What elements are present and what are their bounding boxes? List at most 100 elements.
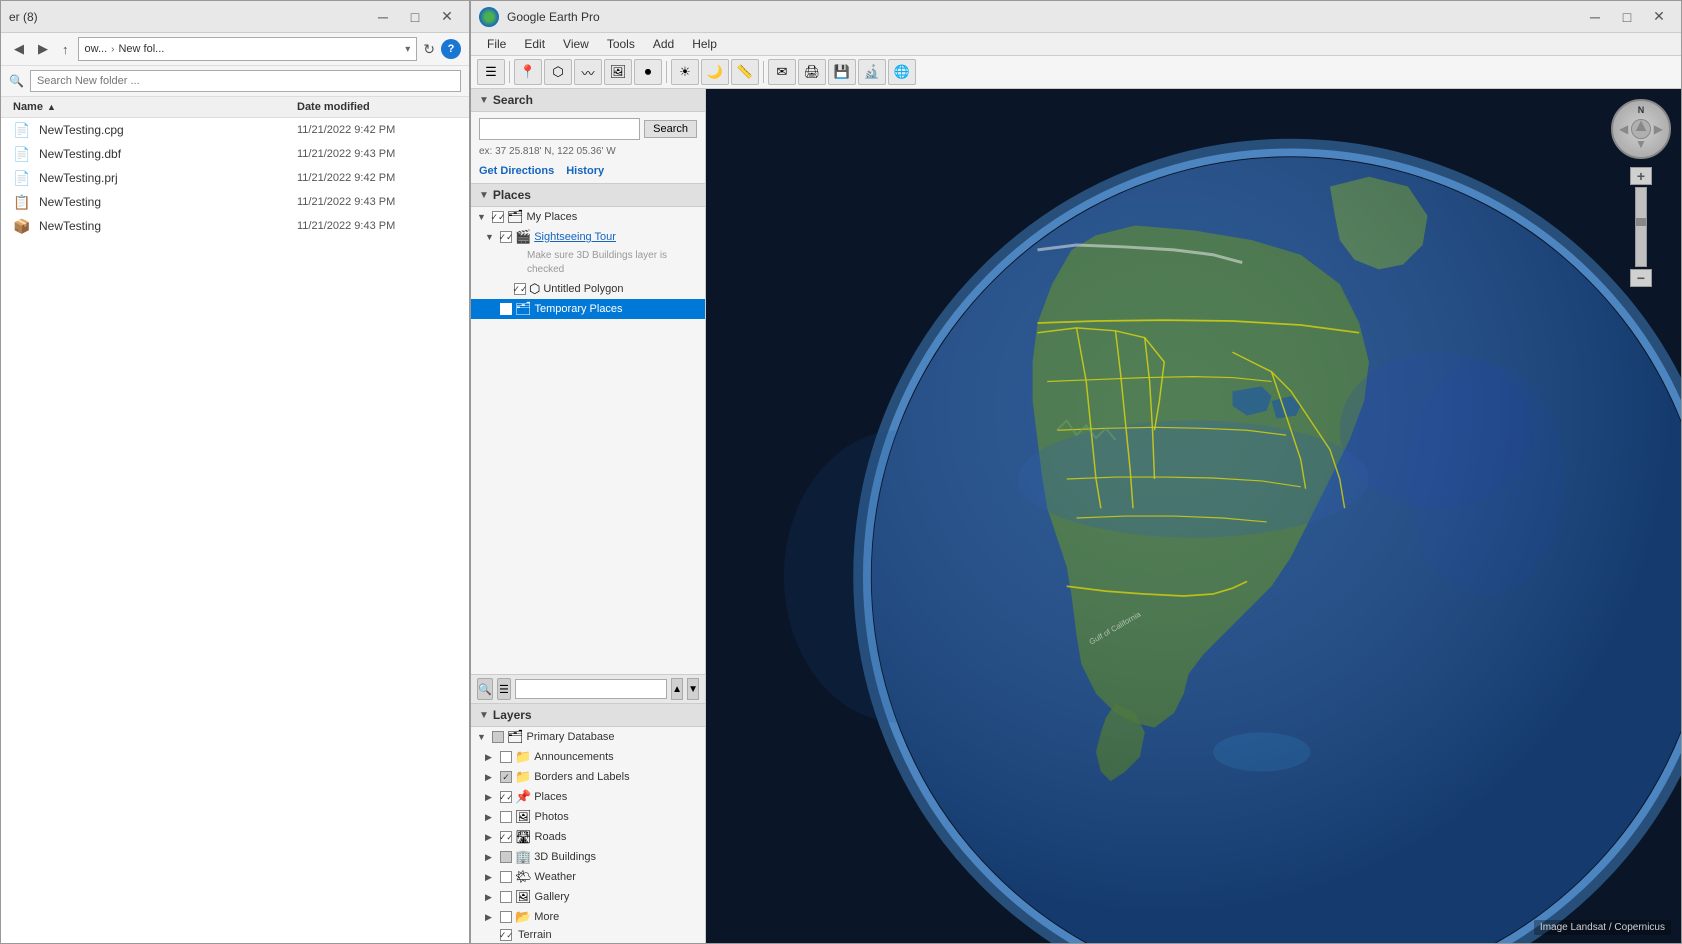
search-input-fe[interactable] (30, 70, 461, 92)
layer-weather[interactable]: ▶ 🌤 Weather (471, 867, 705, 887)
toolbar-image-overlay[interactable]: 🖼 (604, 59, 632, 85)
my-places-checkbox[interactable]: ✓ (492, 211, 504, 223)
back-button[interactable]: ◀ (9, 39, 29, 59)
forward-button[interactable]: ▶ (33, 39, 53, 59)
places-list-btn[interactable]: ☰ (497, 678, 511, 700)
sightseeing-checkbox[interactable]: ✓ (500, 231, 512, 243)
toolbar-save-image[interactable]: 💾 (828, 59, 856, 85)
list-item[interactable]: 📄 NewTesting.prj 11/21/2022 9:42 PM (1, 166, 469, 190)
more-checkbox[interactable] (500, 911, 512, 923)
address-bar[interactable]: ow... › New fol... ▾ (78, 37, 418, 61)
refresh-button[interactable]: ↻ (421, 39, 437, 60)
places-temporary-places[interactable]: 🗂 Temporary Places (471, 299, 705, 319)
help-button[interactable]: ? (441, 39, 461, 59)
borders-icon: 📁 (515, 769, 531, 785)
primary-db-checkbox[interactable] (492, 731, 504, 743)
close-button[interactable]: ✕ (433, 7, 461, 27)
toolbar-placemark[interactable]: 📍 (514, 59, 542, 85)
toolbar-earth-engine[interactable]: 🔬 (858, 59, 886, 85)
layers-section-header[interactable]: ▼ Layers (471, 704, 705, 727)
search-links: Get Directions History (471, 161, 705, 183)
photos-label: Photos (535, 811, 569, 823)
layer-borders-labels[interactable]: ▶ ✓ 📁 Borders and Labels (471, 767, 705, 787)
places-section-header[interactable]: ▼ Places (471, 184, 705, 207)
places-layer-icon: 📌 (515, 789, 531, 805)
menu-tools[interactable]: Tools (599, 35, 643, 53)
toolbar-sky[interactable]: 🌙 (701, 59, 729, 85)
address-dropdown-arrow[interactable]: ▾ (405, 44, 410, 55)
menu-edit[interactable]: Edit (516, 35, 553, 53)
earth-globe-svg: Gulf of California (706, 89, 1681, 943)
toolbar-sidebar-toggle[interactable]: ☰ (477, 59, 505, 85)
layer-3d-buildings[interactable]: ▶ 🏢 3D Buildings (471, 847, 705, 867)
borders-checkbox[interactable]: ✓ (500, 771, 512, 783)
layer-more[interactable]: ▶ 📂 More (471, 907, 705, 927)
zoom-controls: + − (1630, 167, 1652, 287)
polygon-checkbox[interactable]: ✓ (514, 283, 526, 295)
places-sightseeing-tour[interactable]: ▼ ✓ 🎬 Sightseeing Tour (471, 227, 705, 247)
menu-file[interactable]: File (479, 35, 514, 53)
search-section-header[interactable]: ▼ Search (471, 89, 705, 112)
zoom-in-button[interactable]: + (1630, 167, 1652, 185)
minimize-button[interactable]: ─ (369, 7, 397, 27)
maximize-button[interactable]: □ (401, 7, 429, 27)
list-item[interactable]: 📋 NewTesting 11/21/2022 9:43 PM (1, 190, 469, 214)
col-date-header[interactable]: Date modified (297, 101, 457, 113)
file-date: 11/21/2022 9:43 PM (297, 148, 457, 160)
places-my-places[interactable]: ▼ ✓ 🗂 My Places (471, 207, 705, 227)
menu-add[interactable]: Add (645, 35, 682, 53)
layer-primary-database[interactable]: ▼ 🗂 Primary Database (471, 727, 705, 747)
layer-terrain[interactable]: ✓ Terrain (471, 927, 705, 943)
terrain-checkbox[interactable]: ✓ (500, 929, 512, 941)
places-filter-input[interactable] (515, 679, 667, 699)
list-item[interactable]: 📦 NewTesting 11/21/2022 9:43 PM (1, 214, 469, 238)
up-button[interactable]: ↑ (57, 40, 74, 59)
layer-announcements[interactable]: ▶ 📁 Announcements (471, 747, 705, 767)
layer-places[interactable]: ▶ ✓ 📌 Places (471, 787, 705, 807)
layer-roads[interactable]: ▶ ✓ 🛣 Roads (471, 827, 705, 847)
weather-checkbox[interactable] (500, 871, 512, 883)
col-name-header[interactable]: Name ▲ (13, 101, 297, 113)
toolbar-record-tour[interactable]: ⏺ (634, 59, 662, 85)
toolbar-polygon[interactable]: ⬡ (544, 59, 572, 85)
map-attribution: Image Landsat / Copernicus (1534, 920, 1671, 935)
gep-map[interactable]: Gulf of California (706, 89, 1681, 943)
list-item[interactable]: 📄 NewTesting.cpg 11/21/2022 9:42 PM (1, 118, 469, 142)
list-item[interactable]: 📄 NewTesting.dbf 11/21/2022 9:43 PM (1, 142, 469, 166)
history-link[interactable]: History (566, 165, 604, 177)
layer-gallery[interactable]: ▶ 🖼 Gallery (471, 887, 705, 907)
toolbar-google-maps[interactable]: 🌐 (888, 59, 916, 85)
gep-minimize-button[interactable]: ─ (1581, 7, 1609, 27)
places-up-btn[interactable]: ▲ (671, 678, 683, 700)
photos-arrow: ▶ (485, 812, 497, 823)
compass[interactable]: N ▲ ▼ ◀ ▶ (1611, 99, 1671, 159)
places-layer-checkbox[interactable]: ✓ (500, 791, 512, 803)
announcements-checkbox[interactable] (500, 751, 512, 763)
places-down-btn[interactable]: ▼ (687, 678, 699, 700)
temp-places-checkbox[interactable] (500, 303, 512, 315)
places-search-btn[interactable]: 🔍 (477, 678, 493, 700)
photos-checkbox[interactable] (500, 811, 512, 823)
toolbar-email[interactable]: ✉ (768, 59, 796, 85)
roads-checkbox[interactable]: ✓ (500, 831, 512, 843)
menu-view[interactable]: View (555, 35, 597, 53)
layer-photos[interactable]: ▶ 🖼 Photos (471, 807, 705, 827)
photos-icon: 🖼 (515, 809, 532, 825)
get-directions-link[interactable]: Get Directions (479, 165, 554, 177)
toolbar-path[interactable]: 〰 (574, 59, 602, 85)
zoom-out-button[interactable]: − (1630, 269, 1652, 287)
menu-help[interactable]: Help (684, 35, 725, 53)
buildings-checkbox[interactable] (500, 851, 512, 863)
zoom-slider[interactable] (1635, 187, 1647, 267)
gep-close-button[interactable]: ✕ (1645, 7, 1673, 27)
primary-db-label: Primary Database (527, 731, 615, 743)
places-untitled-polygon[interactable]: ✓ ⬡ Untitled Polygon (471, 279, 705, 299)
gep-search-input[interactable] (479, 118, 640, 140)
gallery-checkbox[interactable] (500, 891, 512, 903)
sightseeing-label[interactable]: Sightseeing Tour (534, 231, 616, 243)
gep-search-button[interactable]: Search (644, 120, 697, 138)
gep-maximize-button[interactable]: □ (1613, 7, 1641, 27)
toolbar-ruler[interactable]: 📏 (731, 59, 759, 85)
toolbar-sun[interactable]: ☀ (671, 59, 699, 85)
toolbar-print[interactable]: 🖨 (798, 59, 826, 85)
